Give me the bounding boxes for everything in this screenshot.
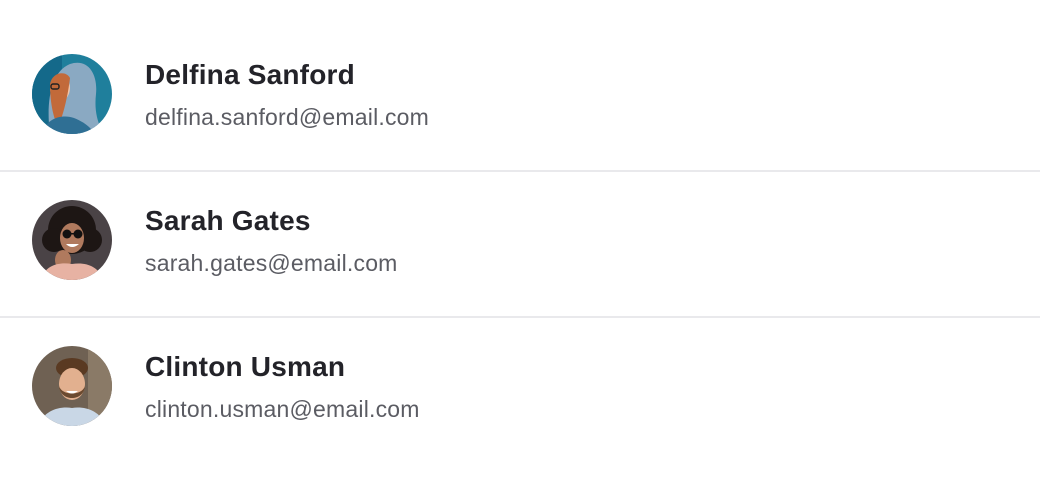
avatar [32,54,112,134]
avatar-photo-icon [32,346,112,426]
contact-name: Clinton Usman [145,351,346,382]
avatar [32,200,112,280]
contact-name: Sarah Gates [145,205,311,236]
avatar-photo-icon [32,200,112,280]
contact-email: delfina.sanford@email.com [145,104,430,130]
avatar [32,346,112,426]
list-item[interactable]: Delfina Sanford delfina.sanford@email.co… [0,24,1040,170]
contact-name: Delfina Sanford [145,59,355,90]
list-item[interactable]: Clinton Usman clinton.usman@email.com [0,316,1040,462]
contact-email: clinton.usman@email.com [145,396,420,422]
avatar-photo-icon [32,54,112,134]
list-item[interactable]: Sarah Gates sarah.gates@email.com [0,170,1040,316]
contact-email: sarah.gates@email.com [145,250,398,276]
contact-list: Delfina Sanford delfina.sanford@email.co… [0,0,1040,480]
